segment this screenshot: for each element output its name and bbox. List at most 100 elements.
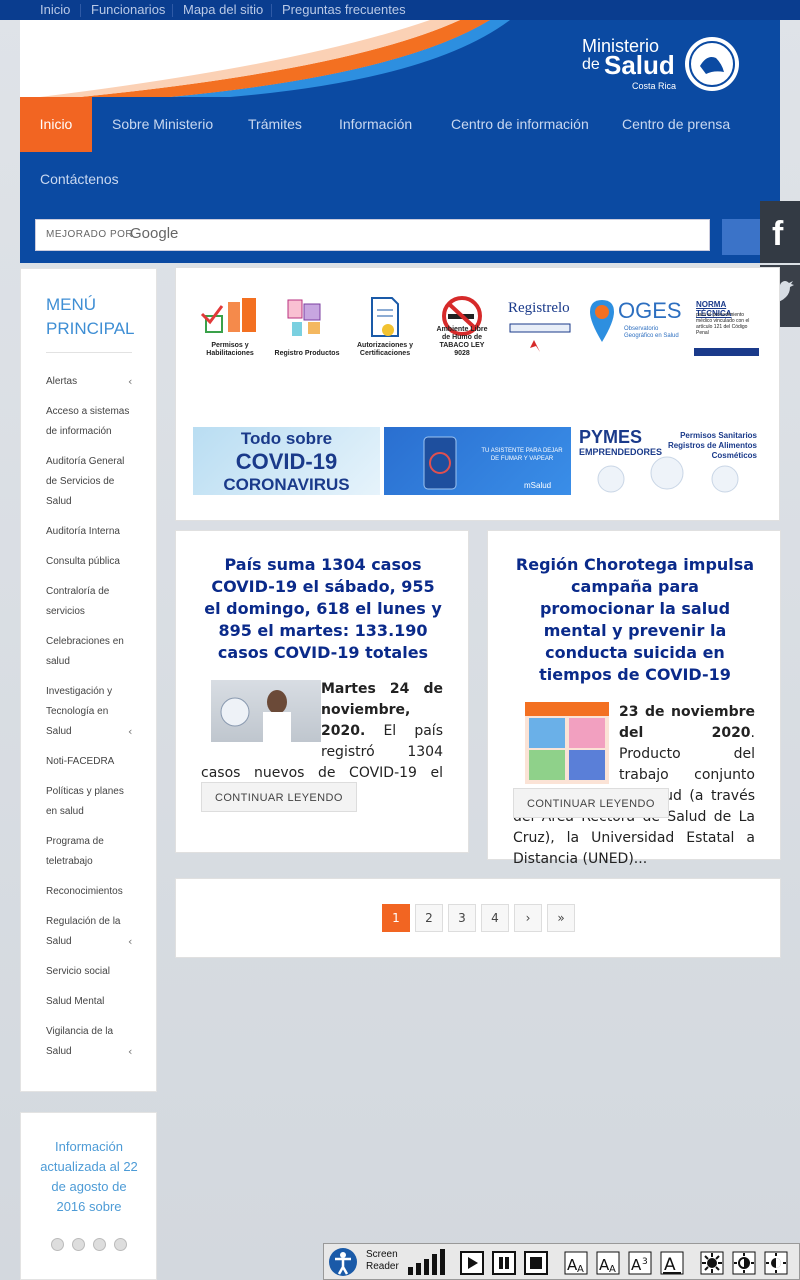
nav-tramites[interactable]: Trámites [248, 97, 302, 152]
banner-caption: Autorizaciones y Certificaciones [356, 342, 413, 357]
page-3[interactable]: 3 [448, 904, 476, 932]
search-input[interactable]: MEJORADO POR Google [35, 219, 710, 251]
font-increase-icon[interactable]: AA [564, 1251, 588, 1275]
menu-item-auditoria-interna[interactable]: Auditoría Interna [46, 522, 136, 542]
chevron-left-icon[interactable]: ‹ [128, 1045, 132, 1058]
info-carousel: Información actualizada al 22 de agosto … [20, 1112, 157, 1280]
oges-logo: OGES [618, 298, 682, 323]
continue-reading-button[interactable]: CONTINUAR LEYENDO [513, 788, 669, 818]
separator [271, 4, 272, 17]
brightness-icon[interactable] [700, 1251, 724, 1275]
nav-informacion[interactable]: Información [339, 97, 412, 152]
font-decrease-icon[interactable]: AA [596, 1251, 620, 1275]
top-link-funcionarios[interactable]: Funcionarios [91, 2, 165, 17]
last-page-icon[interactable]: » [547, 904, 575, 932]
article-excerpt: Martes 24 de noviembre, 2020. El país re… [201, 679, 443, 783]
font-reset-icon[interactable]: A3 [628, 1251, 652, 1275]
pymes-icons [597, 456, 739, 493]
pagination-card [175, 878, 781, 958]
banner-oges[interactable]: OGES Observatorio Geográfico en Salud [586, 296, 682, 358]
certificate-icon [371, 297, 399, 337]
menu-item-noti-facedra[interactable]: Noti-FACEDRA [46, 752, 136, 772]
pymes-banner[interactable]: PYMES EMPRENDEDORES Permisos Sanitarios … [575, 427, 759, 495]
chevron-left-icon[interactable]: ‹ [128, 935, 132, 948]
menu-item-politicas[interactable]: Políticas y planes en salud [46, 782, 136, 822]
article-title[interactable]: País suma 1304 casos COVID-19 el sábado,… [201, 554, 445, 664]
nav-contactenos[interactable]: Contáctenos [40, 152, 119, 207]
carousel-dot[interactable] [72, 1238, 85, 1251]
banner-norma-tecnica[interactable]: NORMA TÉCNICA para el procedimiento médi… [694, 296, 759, 358]
chevron-left-icon[interactable]: ‹ [128, 375, 132, 388]
covid-line2: COVID-19 [235, 449, 338, 474]
screen-reader-label[interactable]: Screen Reader [366, 1249, 399, 1273]
menu-item-servicio-social[interactable]: Servicio social [46, 962, 136, 982]
menu-item-contraloria[interactable]: Contraloría de servicios [46, 582, 136, 622]
registrelo-icons [509, 323, 571, 352]
covid-line1: Todo sobre [240, 429, 333, 448]
article-title[interactable]: Región Chorotega impulsa campaña para pr… [513, 554, 757, 686]
menu-item-vigilancia[interactable]: Vigilancia de la Salud [46, 1022, 136, 1062]
banner-autorizaciones[interactable]: Autorizaciones y Certificaciones [354, 296, 416, 358]
float-spacer [201, 679, 321, 743]
top-link-mapa[interactable]: Mapa del sitio [183, 2, 263, 17]
volume-bars-icon[interactable] [408, 1249, 452, 1275]
carousel-dot[interactable] [114, 1238, 127, 1251]
carousel-dot[interactable] [93, 1238, 106, 1251]
menu-item-investigacion[interactable]: Investigación y Tecnología en Salud [46, 682, 136, 742]
menu-item-alertas[interactable]: Alertas [46, 372, 136, 392]
font-style-icon[interactable]: A [660, 1251, 684, 1275]
page-2[interactable]: 2 [415, 904, 443, 932]
banner-tabaco[interactable]: Ambiente Libre de Humo de TABACO LEY 902… [432, 296, 492, 358]
nav-centro-prensa[interactable]: Centro de prensa [622, 97, 730, 152]
menu-divider [46, 352, 132, 353]
next-page-chevron-icon[interactable]: › [514, 904, 542, 932]
carousel-dot[interactable] [51, 1238, 64, 1251]
main-navigation: Inicio Sobre Ministerio Trámites Informa… [20, 97, 780, 207]
banner-caption: Ambiente Libre de Humo de TABACO LEY 902… [436, 326, 488, 357]
page-4[interactable]: 4 [481, 904, 509, 932]
menu-item-reconocimientos[interactable]: Reconocimientos [46, 882, 136, 902]
banner-registrelo[interactable]: Registrelo [506, 296, 572, 358]
logo-line2b: Salud [604, 50, 675, 80]
covid-banner[interactable]: Todo sobre COVID-19 CORONAVIRUS [193, 427, 380, 495]
top-link-inicio[interactable]: Inicio [40, 2, 70, 17]
svg-text:A: A [631, 1256, 642, 1274]
top-link-faq[interactable]: Preguntas frecuentes [282, 2, 406, 17]
products-icon [287, 299, 321, 336]
continue-reading-button[interactable]: CONTINUAR LEYENDO [201, 782, 357, 812]
float-spacer [513, 702, 619, 786]
svg-text:3: 3 [642, 1257, 648, 1267]
svg-text:A: A [577, 1264, 584, 1275]
menu-item-regulacion[interactable]: Regulación de la Salud [46, 912, 136, 952]
banner-registro-productos[interactable]: Registro Productos [272, 296, 342, 358]
invert-icon[interactable] [764, 1251, 788, 1275]
facebook-button[interactable]: f [760, 201, 800, 263]
ministry-logo[interactable]: Ministerio de Salud Costa Rica [582, 36, 742, 96]
seal-icon [685, 37, 739, 91]
covid-line3: CORONAVIRUS [223, 475, 350, 494]
quit-smoking-banner[interactable]: TU ASISTENTE PARA DEJAR DE FUMAR Y VAPEA… [384, 427, 571, 495]
search-bar: MEJORADO POR Google [20, 207, 780, 263]
norma-bar [694, 348, 759, 356]
quit-text: TU ASISTENTE PARA DEJAR DE FUMAR Y VAPEA… [481, 448, 563, 462]
banner-caption: Registro Productos [274, 350, 340, 357]
menu-item-acceso[interactable]: Acceso a sistemas de información [46, 402, 136, 442]
menu-item-teletrabajo[interactable]: Programa de teletrabajo [46, 832, 136, 872]
nav-inicio[interactable]: Inicio [20, 97, 92, 152]
nav-sobre-ministerio[interactable]: Sobre Ministerio [112, 97, 213, 152]
page-1[interactable]: 1 [382, 904, 410, 932]
menu-item-salud-mental[interactable]: Salud Mental [46, 992, 136, 1012]
menu-item-auditoria-general[interactable]: Auditoría General de Servicios de Salud [46, 452, 136, 512]
play-icon[interactable] [460, 1251, 484, 1275]
pause-icon[interactable] [492, 1251, 516, 1275]
info-text[interactable]: Información actualizada al 22 de agosto … [39, 1137, 139, 1229]
banner-permisos[interactable]: Permisos y Habilitaciones [198, 296, 262, 358]
menu-item-consulta-publica[interactable]: Consulta pública [46, 552, 136, 572]
nav-centro-informacion[interactable]: Centro de información [451, 97, 589, 152]
stop-icon[interactable] [524, 1251, 548, 1275]
search-powered-label: MEJORADO POR [46, 229, 134, 240]
menu-item-celebraciones[interactable]: Celebraciones en salud [46, 632, 136, 672]
contrast-icon[interactable] [732, 1251, 756, 1275]
chevron-left-icon[interactable]: ‹ [128, 725, 132, 738]
accessibility-icon[interactable] [328, 1247, 358, 1277]
